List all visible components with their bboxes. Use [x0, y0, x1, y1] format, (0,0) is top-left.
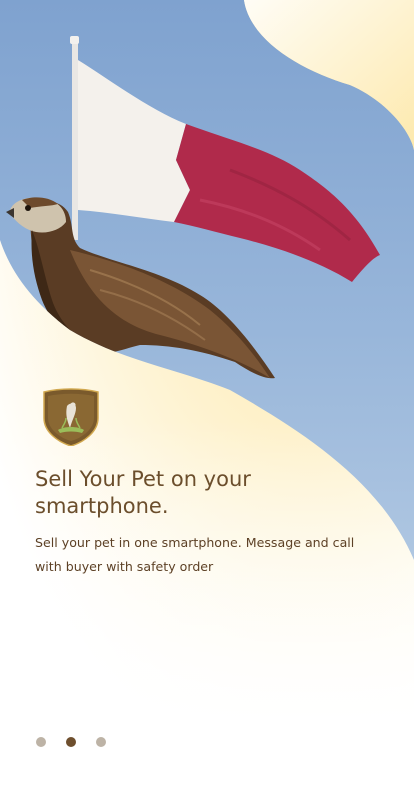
page-indicator: [36, 737, 106, 747]
page-dot-2[interactable]: [66, 737, 76, 747]
falcon-shield-logo-icon: [43, 388, 99, 446]
onboarding-description: Sell your pet in one smartphone. Message…: [35, 535, 355, 574]
page-dot-3[interactable]: [96, 737, 106, 747]
onboarding-screen: Sell Your Pet on your smartphone. Sell y…: [0, 0, 414, 801]
onboarding-headline: Sell Your Pet on your smartphone.: [35, 467, 251, 518]
page-dot-1[interactable]: [36, 737, 46, 747]
